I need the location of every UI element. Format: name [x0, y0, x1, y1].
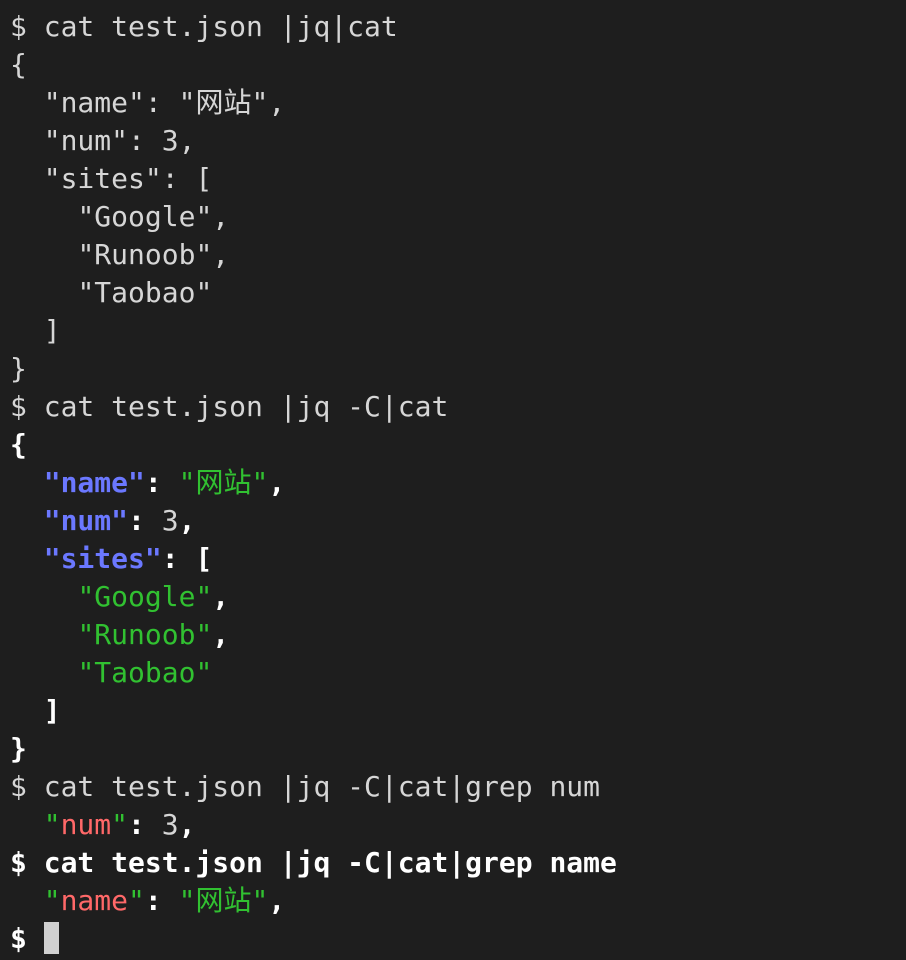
grep-match: name: [60, 884, 129, 917]
colon: :: [128, 808, 162, 841]
json-line: "name": "网站",: [10, 464, 906, 502]
open-brace: {: [10, 428, 27, 461]
json-number-value: 3: [161, 808, 179, 841]
json-line: "Google",: [10, 578, 906, 616]
json-key: "name": [43, 466, 145, 499]
json-key: "sites": [43, 542, 162, 575]
comma: ,: [268, 86, 286, 119]
command-line: $ cat test.json |jq|cat: [10, 8, 906, 46]
colon: :: [161, 542, 196, 575]
json-string-value: "Google": [77, 580, 213, 613]
json-string-value: "Runoob": [77, 618, 213, 651]
colon: :: [144, 466, 179, 499]
json-line: {: [10, 426, 906, 464]
json-line: "sites": [: [10, 160, 906, 198]
text-cursor[interactable]: [43, 922, 59, 954]
close-brace: }: [10, 732, 27, 765]
json-line: "Taobao": [10, 654, 906, 692]
open-bracket: [: [195, 162, 213, 195]
json-line: "num": 3,: [10, 122, 906, 160]
comma: ,: [268, 884, 286, 917]
prompt-symbol: $: [10, 846, 27, 879]
json-number-value: 3: [161, 124, 179, 157]
comma: ,: [268, 466, 286, 499]
command-line: $ cat test.json |jq -C|cat: [10, 388, 906, 426]
json-string-value: "Google": [77, 200, 213, 233]
json-key: "num": [43, 504, 129, 537]
colon: :: [144, 884, 179, 917]
json-line: ]: [10, 692, 906, 730]
json-line: "name": "网站",: [10, 84, 906, 122]
json-string-value: "网站": [178, 884, 269, 917]
command-text: cat test.json |jq -C|cat|grep name: [43, 846, 617, 879]
json-key: "sites": [43, 162, 162, 195]
prompt-symbol: $: [10, 922, 27, 955]
quote-mark: ": [128, 884, 145, 917]
json-string-value: "Runoob": [77, 238, 213, 271]
json-line: "sites": [: [10, 540, 906, 578]
close-brace: }: [10, 352, 27, 385]
quote-mark: ": [111, 808, 129, 841]
comma: ,: [178, 504, 196, 537]
comma: ,: [212, 238, 230, 271]
quote-mark: ": [43, 808, 61, 841]
command-line: $ cat test.json |jq -C|cat|grep num: [10, 768, 906, 806]
json-line: "Runoob",: [10, 616, 906, 654]
colon: :: [144, 86, 179, 119]
json-key: "num": [43, 124, 129, 157]
command-text: cat test.json |jq -C|cat: [43, 390, 449, 423]
json-line: "Runoob",: [10, 236, 906, 274]
json-line: "num": 3,: [10, 502, 906, 540]
json-line: {: [10, 46, 906, 84]
json-string-value: "网站": [178, 466, 269, 499]
close-bracket: ]: [43, 694, 61, 727]
prompt-symbol: $: [10, 10, 27, 43]
comma: ,: [212, 580, 230, 613]
json-line: }: [10, 730, 906, 768]
json-line: ]: [10, 312, 906, 350]
grep-match: num: [60, 808, 112, 841]
quote-mark: ": [43, 884, 61, 917]
prompt-symbol: $: [10, 770, 27, 803]
comma: ,: [178, 124, 196, 157]
json-string-value: "Taobao": [77, 276, 213, 309]
close-bracket: ]: [43, 314, 61, 347]
json-string-value: "Taobao": [77, 656, 213, 689]
colon: :: [128, 124, 162, 157]
comma: ,: [212, 618, 230, 651]
json-line: "Google",: [10, 198, 906, 236]
open-brace: {: [10, 48, 27, 81]
input-prompt-line[interactable]: $: [10, 920, 906, 958]
command-text: cat test.json |jq -C|cat|grep num: [43, 770, 601, 803]
json-number-value: 3: [161, 504, 179, 537]
comma: ,: [212, 200, 230, 233]
colon: :: [128, 504, 162, 537]
command-text: cat test.json |jq|cat: [43, 10, 398, 43]
json-key: "name": [43, 86, 145, 119]
json-string-value: "网站": [178, 86, 269, 119]
json-line: "Taobao": [10, 274, 906, 312]
grep-result-line: "name": "网站",: [10, 882, 906, 920]
command-line: $ cat test.json |jq -C|cat|grep name: [10, 844, 906, 882]
open-bracket: [: [195, 542, 213, 575]
terminal-window[interactable]: $ cat test.json |jq|cat { "name": "网站", …: [0, 0, 906, 960]
grep-result-line: "num": 3,: [10, 806, 906, 844]
json-line: }: [10, 350, 906, 388]
prompt-symbol: $: [10, 390, 27, 423]
colon: :: [161, 162, 196, 195]
comma: ,: [178, 808, 196, 841]
